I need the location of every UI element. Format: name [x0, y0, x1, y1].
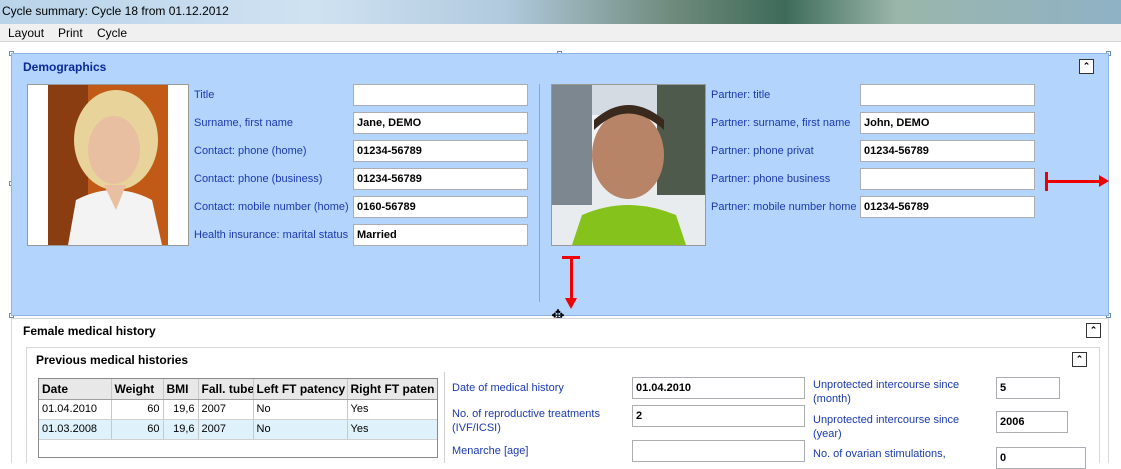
cell-date: 01.03.2008 [39, 419, 112, 440]
intercourse-year-field[interactable]: 2006 [996, 411, 1068, 433]
label-partner-phone-private: Partner: phone privat [711, 145, 814, 157]
cell-fall-tube: 2007 [198, 419, 254, 440]
cell-bmi: 19,6 [163, 399, 199, 420]
menu-cycle[interactable]: Cycle [97, 26, 127, 40]
intercourse-month-field[interactable]: 5 [996, 377, 1060, 399]
menarche-field[interactable] [632, 440, 805, 462]
marital-status-field[interactable]: Married [353, 224, 528, 246]
column-header-date[interactable]: Date [39, 379, 112, 400]
column-header-weight[interactable]: Weight [111, 379, 164, 400]
partner-title-field[interactable] [860, 84, 1035, 106]
reproductive-treatments-field[interactable]: 2 [632, 405, 805, 427]
label-phone-home: Contact: phone (home) [194, 145, 307, 157]
date-history-field[interactable]: 01.04.2010 [632, 377, 805, 399]
cell-left-ft: No [253, 399, 348, 420]
table-row[interactable]: 01.04.2010 60 19,6 2007 No Yes [39, 399, 437, 420]
partner-mobile-home-field[interactable]: 01234-56789 [860, 196, 1035, 218]
window-title: Cycle summary: Cycle 18 from 01.12.2012 [2, 4, 229, 18]
collapse-female-history-icon[interactable]: ⌃ [1086, 323, 1101, 338]
column-divider [539, 84, 540, 302]
label-marital-status: Health insurance: marital status [194, 229, 349, 241]
cell-left-ft: No [253, 419, 348, 440]
label-menarche: Menarche [age] [452, 445, 529, 457]
cell-weight: 60 [111, 419, 164, 440]
label-surname: Surname, first name [194, 117, 294, 129]
phone-home-field[interactable]: 01234-56789 [353, 140, 528, 162]
collapse-previous-histories-icon[interactable]: ⌃ [1072, 352, 1087, 367]
demographics-panel[interactable]: Demographics ⌃ Title Surname, first name… [11, 53, 1109, 316]
demographics-title: Demographics [23, 60, 107, 74]
title-bar: Cycle summary: Cycle 18 from 01.12.2012 [0, 0, 1121, 24]
female-history-title: Female medical history [23, 324, 156, 338]
previous-histories-title: Previous medical histories [36, 353, 189, 367]
section-divider [444, 372, 445, 463]
cell-weight: 60 [111, 399, 164, 420]
menu-bar: Layout Print Cycle [0, 24, 1121, 42]
cell-date: 01.04.2010 [39, 399, 112, 420]
partner-phone-private-field[interactable]: 01234-56789 [860, 140, 1035, 162]
menu-print[interactable]: Print [58, 26, 83, 40]
ovarian-stimulations-field[interactable]: 0 [996, 447, 1086, 469]
partner-surname-field[interactable]: John, DEMO [860, 112, 1035, 134]
surname-field[interactable]: Jane, DEMO [353, 112, 528, 134]
column-header-bmi[interactable]: BMI [163, 379, 199, 400]
label-date-history: Date of medical history [452, 382, 564, 394]
cell-right-ft: Yes [347, 419, 437, 440]
label-intercourse-year: Unprotected intercourse since (year) [813, 414, 960, 440]
cell-bmi: 19,6 [163, 419, 199, 440]
mobile-home-field[interactable]: 0160-56789 [353, 196, 528, 218]
label-partner-title: Partner: title [711, 89, 771, 101]
arrow-right-head [1099, 175, 1109, 187]
histories-table[interactable]: Date Weight BMI Fall. tube Left FT paten… [38, 378, 438, 458]
label-reproductive-treatments: No. of reproductive treatments (IVF/ICSI… [452, 408, 600, 434]
table-row[interactable]: 01.03.2008 60 19,6 2007 No Yes [39, 419, 437, 440]
title-field[interactable] [353, 84, 528, 106]
patient-photo [27, 84, 189, 246]
label-ovarian-stimulations: No. of ovarian stimulations, [813, 448, 946, 460]
label-mobile-home: Contact: mobile number (home) [194, 201, 349, 213]
label-partner-surname: Partner: surname, first name [711, 117, 851, 129]
collapse-demographics-icon[interactable]: ⌃ [1079, 59, 1094, 74]
label-intercourse-month: Unprotected intercourse since (month) [813, 379, 960, 405]
resize-arrow-down [570, 256, 573, 300]
partner-photo [551, 84, 706, 246]
partner-phone-business-field[interactable] [860, 168, 1035, 190]
resize-arrow-right [1045, 180, 1101, 183]
column-header-fall-tube[interactable]: Fall. tube [198, 379, 254, 400]
cell-right-ft: Yes [347, 399, 437, 420]
phone-business-field[interactable]: 01234-56789 [353, 168, 528, 190]
label-title: Title [194, 89, 215, 101]
label-phone-business: Contact: phone (business) [194, 173, 323, 185]
label-partner-phone-business: Partner: phone business [711, 173, 831, 185]
column-header-right-ft[interactable]: Right FT paten [347, 379, 437, 400]
cell-fall-tube: 2007 [198, 399, 254, 420]
menu-layout[interactable]: Layout [8, 26, 44, 40]
table-header-row: Date Weight BMI Fall. tube Left FT paten… [39, 379, 437, 400]
label-partner-mobile-home: Partner: mobile number home [711, 201, 857, 213]
column-header-left-ft[interactable]: Left FT patency [253, 379, 348, 400]
